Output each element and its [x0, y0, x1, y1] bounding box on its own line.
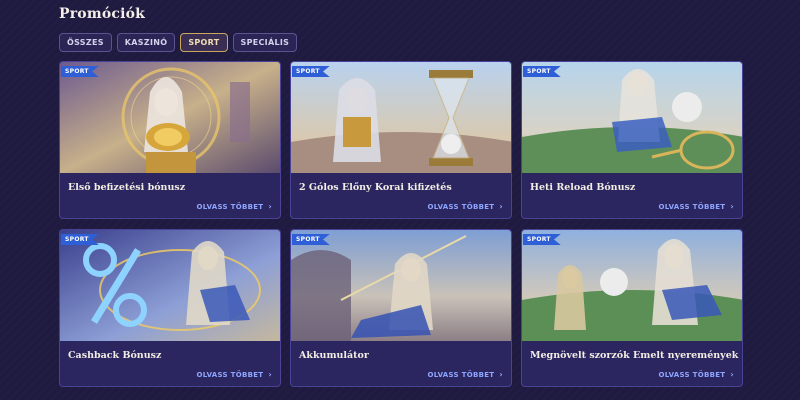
promo-image: SPORT [291, 230, 511, 341]
chevron-right-icon: › [499, 370, 503, 379]
promo-card-accumulator[interactable]: SPORT Akkumulátor OLVASS TÖBBET › [290, 229, 512, 387]
read-more-link[interactable]: OLVASS TÖBBET › [428, 202, 503, 211]
read-more-label: OLVASS TÖBBET [658, 370, 726, 379]
chevron-right-icon: › [268, 202, 272, 211]
page-title: Promóciók [59, 6, 146, 22]
promo-title: Megnövelt szorzók Emelt nyeremények [530, 350, 739, 361]
promo-card-first-deposit[interactable]: SPORT Első befizetési bónusz OLVASS TÖBB… [59, 61, 281, 219]
read-more-label: OLVASS TÖBBET [427, 202, 495, 211]
read-more-link[interactable]: OLVASS TÖBBET › [428, 370, 503, 379]
promo-card-boosted-odds[interactable]: SPORT Megnövelt szorzók Emelt nyereménye… [521, 229, 743, 387]
chevron-right-icon: › [730, 370, 734, 379]
promo-card-weekly-reload[interactable]: SPORT Heti Reload Bónusz OLVASS TÖBBET › [521, 61, 743, 219]
promo-filter-tabs: ÖSSZES KASZINÓ SPORT SPECIÁLIS [59, 33, 298, 52]
read-more-label: OLVASS TÖBBET [196, 202, 264, 211]
tab-all[interactable]: ÖSSZES [59, 33, 112, 52]
tab-sport[interactable]: SPORT [180, 33, 228, 52]
chevron-right-icon: › [499, 202, 503, 211]
promo-image: SPORT [60, 62, 280, 173]
promo-title: Heti Reload Bónusz [530, 182, 636, 193]
chevron-right-icon: › [268, 370, 272, 379]
read-more-link[interactable]: OLVASS TÖBBET › [659, 202, 734, 211]
chevron-right-icon: › [730, 202, 734, 211]
promo-image: SPORT [60, 230, 280, 341]
promo-image: SPORT [522, 230, 742, 341]
read-more-label: OLVASS TÖBBET [427, 370, 495, 379]
read-more-label: OLVASS TÖBBET [658, 202, 726, 211]
tab-casino[interactable]: KASZINÓ [116, 33, 176, 52]
promo-title: Első befizetési bónusz [68, 182, 186, 193]
promotions-grid: SPORT Első befizetési bónusz OLVASS TÖBB… [59, 61, 743, 387]
promo-card-two-goal-early-payout[interactable]: SPORT 2 Gólos Előny Korai kifizetés OLVA… [290, 61, 512, 219]
tab-special[interactable]: SPECIÁLIS [232, 33, 298, 52]
promo-image: SPORT [291, 62, 511, 173]
promo-title: Cashback Bónusz [68, 350, 162, 361]
promo-title: 2 Gólos Előny Korai kifizetés [299, 182, 452, 193]
read-more-link[interactable]: OLVASS TÖBBET › [659, 370, 734, 379]
promo-image: SPORT [522, 62, 742, 173]
read-more-link[interactable]: OLVASS TÖBBET › [197, 202, 272, 211]
read-more-label: OLVASS TÖBBET [196, 370, 264, 379]
promo-title: Akkumulátor [299, 350, 369, 361]
read-more-link[interactable]: OLVASS TÖBBET › [197, 370, 272, 379]
promo-card-cashback[interactable]: SPORT Cashback Bónusz OLVASS TÖBBET › [59, 229, 281, 387]
